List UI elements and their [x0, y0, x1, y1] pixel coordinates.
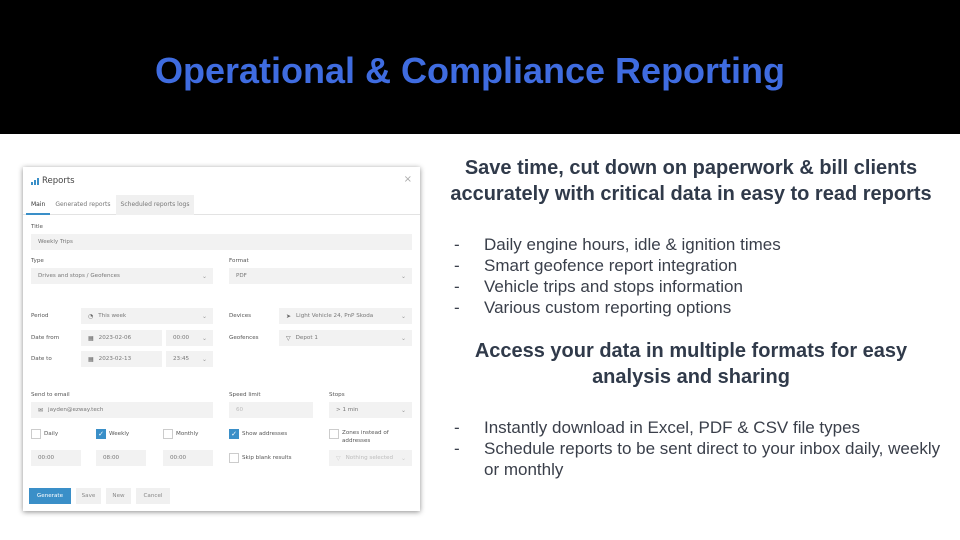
- chevron-down-icon: ⌄: [400, 454, 406, 462]
- skip-blank-checkbox[interactable]: [229, 453, 239, 463]
- date-from-input[interactable]: ▦ 2023-02-06: [81, 330, 162, 346]
- slide-title: Operational & Compliance Reporting: [154, 50, 786, 91]
- section1-bullet: Vehicle trips and stops information: [438, 276, 944, 297]
- chevron-down-icon: ⌄: [201, 355, 207, 363]
- geofences-label: Geofences: [229, 335, 259, 341]
- type-label: Type: [31, 258, 44, 264]
- chevron-down-icon: ⌄: [201, 312, 207, 320]
- show-addresses-label: Show addresses: [242, 431, 288, 437]
- reports-window-title: Reports: [31, 176, 75, 186]
- time-to-select[interactable]: 23:45 ⌄: [166, 351, 213, 367]
- zones-checkbox[interactable]: [329, 429, 339, 439]
- speed-limit-input[interactable]: 60: [229, 402, 313, 418]
- stops-select[interactable]: > 1 min ⌄: [329, 402, 412, 418]
- new-button[interactable]: New: [106, 488, 131, 504]
- generate-button[interactable]: Generate: [29, 488, 71, 504]
- geofence-icon: ▽: [336, 454, 341, 462]
- format-select[interactable]: PDF ⌄: [229, 268, 412, 284]
- tab-generated-reports[interactable]: Generated reports: [50, 195, 115, 215]
- section2-heading: Access your data in multiple formats for…: [474, 340, 908, 388]
- geofences-value: Depot 1: [295, 335, 318, 341]
- geofences-select[interactable]: ▽ Depot 1 ⌄: [279, 330, 412, 346]
- type-select[interactable]: Drives and stops / Geofences ⌄: [31, 268, 213, 284]
- date-to-label: Date to: [31, 356, 52, 362]
- period-select[interactable]: ◔ This week ⌄: [81, 308, 213, 324]
- chevron-down-icon: ⌄: [400, 312, 406, 320]
- time-from-value: 00:00: [173, 335, 190, 341]
- calendar-icon: ▦: [88, 355, 94, 363]
- date-to-value: 2023-02-13: [98, 356, 132, 362]
- devices-value: Light Vehicle 24, PnP Skoda: [296, 313, 374, 319]
- monthly-label: Monthly: [176, 431, 199, 437]
- type-value: Drives and stops / Geofences: [38, 273, 120, 279]
- stops-value: > 1 min: [336, 407, 359, 413]
- zones-instead-of-addresses-label: Zones instead of addresses: [342, 430, 389, 444]
- cancel-button[interactable]: Cancel: [136, 488, 170, 504]
- devices-label: Devices: [229, 313, 252, 319]
- nothing-selected-value: Nothing selected: [345, 455, 394, 461]
- chevron-down-icon: ⌄: [400, 272, 406, 280]
- tab-scheduled-reports-logs[interactable]: Scheduled reports logs: [115, 195, 195, 215]
- weekly-checkbox[interactable]: ✓: [96, 429, 106, 439]
- time-from-select[interactable]: 00:00 ⌄: [166, 330, 213, 346]
- section2-bullet-list: Instantly download in Excel, PDF & CSV f…: [438, 417, 944, 480]
- send-to-email-label: Send to email: [31, 392, 70, 398]
- section2-bullet: Instantly download in Excel, PDF & CSV f…: [438, 417, 944, 438]
- weekly-label: Weekly: [109, 431, 130, 437]
- reports-title-text: Reports: [42, 176, 75, 186]
- clock-icon: ◔: [88, 312, 94, 320]
- close-icon[interactable]: ×: [404, 174, 412, 185]
- skip-blank-label: Skip blank results: [242, 455, 292, 461]
- envelope-icon: ✉: [38, 406, 44, 414]
- section2-bullet: Schedule reports to be sent direct to yo…: [438, 438, 944, 480]
- section1-bullet: Smart geofence report integration: [438, 255, 944, 276]
- daily-time-input[interactable]: 00:00: [31, 450, 81, 466]
- daily-checkbox[interactable]: [31, 429, 41, 439]
- email-input[interactable]: ✉ jayden@ezway.tech: [31, 402, 213, 418]
- chevron-down-icon: ⌄: [400, 334, 406, 342]
- speed-limit-label: Speed limit: [229, 392, 261, 398]
- monthly-checkbox[interactable]: [163, 429, 173, 439]
- devices-select[interactable]: ➤ Light Vehicle 24, PnP Skoda ⌄: [279, 308, 412, 324]
- title-label: Title: [31, 224, 43, 230]
- stops-label: Stops: [329, 392, 345, 398]
- daily-label: Daily: [44, 431, 59, 437]
- zones-select[interactable]: ▽ Nothing selected ⌄: [329, 450, 412, 466]
- chevron-down-icon: ⌄: [201, 334, 207, 342]
- period-label: Period: [31, 313, 49, 319]
- time-to-value: 23:45: [173, 356, 190, 362]
- title-input[interactable]: Weekly Trips: [31, 234, 412, 250]
- format-label: Format: [229, 258, 249, 264]
- chevron-down-icon: ⌄: [400, 406, 406, 414]
- tab-bar: Main Generated reports Scheduled reports…: [23, 195, 420, 215]
- reports-window: Reports × Main Generated reports Schedul…: [23, 167, 420, 511]
- date-from-value: 2023-02-06: [98, 335, 132, 341]
- date-from-label: Date from: [31, 335, 60, 341]
- bar-chart-icon: [31, 177, 39, 185]
- location-arrow-icon: ➤: [286, 312, 292, 320]
- format-value: PDF: [236, 273, 247, 279]
- save-button[interactable]: Save: [76, 488, 101, 504]
- feature-text-column: Save time, cut down on paperwork & bill …: [438, 155, 944, 480]
- section1-bullet: Various custom reporting options: [438, 297, 944, 318]
- geofence-icon: ▽: [286, 334, 291, 342]
- calendar-icon: ▦: [88, 334, 94, 342]
- period-value: This week: [98, 313, 127, 319]
- weekly-time-input[interactable]: 08:00: [96, 450, 146, 466]
- monthly-time-input[interactable]: 00:00: [163, 450, 213, 466]
- email-value: jayden@ezway.tech: [48, 407, 104, 413]
- date-to-input[interactable]: ▦ 2023-02-13: [81, 351, 162, 367]
- tab-main[interactable]: Main: [26, 195, 51, 215]
- section1-heading: Save time, cut down on paperwork & bill …: [450, 157, 932, 205]
- section1-bullet-list: Daily engine hours, idle & ignition time…: [438, 234, 944, 318]
- show-addresses-checkbox[interactable]: ✓: [229, 429, 239, 439]
- section1-bullet: Daily engine hours, idle & ignition time…: [438, 234, 944, 255]
- chevron-down-icon: ⌄: [201, 272, 207, 280]
